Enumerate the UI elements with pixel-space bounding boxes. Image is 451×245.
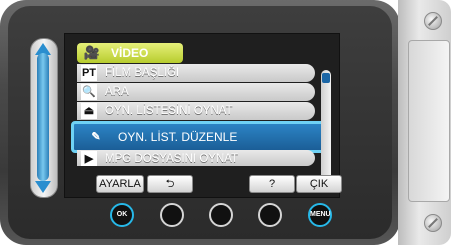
hardware-button-2[interactable] [160, 203, 184, 227]
ok-hardware-button[interactable]: OK [110, 203, 134, 227]
lcd-hinge [398, 0, 451, 245]
exit-button[interactable]: ÇIK [296, 175, 342, 193]
back-button[interactable]: ⮌ [147, 175, 193, 193]
help-button[interactable]: ? [249, 175, 295, 193]
hardware-button-4[interactable] [258, 203, 282, 227]
menu-item-label: OYN. LİSTESİNİ OYNAT [105, 105, 233, 117]
category-label: VİDEO [111, 46, 149, 60]
pt-icon: PT [81, 65, 97, 81]
menu-label: MENU [310, 211, 331, 218]
camcorder-body: 🎥 VİDEO PT FİLM BAŞLIĞI 🔍 ARA ⏏ OYN. LİS… [0, 0, 400, 245]
menu-item-label: OYN. LİST. DÜZENLE [118, 130, 238, 144]
menu-item-label: ARA [105, 86, 129, 98]
screw-icon [424, 214, 442, 232]
menu-item-label: MPG DOSYASINI OYNAT [105, 153, 239, 165]
category-tab-video[interactable]: 🎥 VİDEO [77, 43, 183, 63]
ok-label: OK [116, 211, 128, 218]
menu-hardware-button[interactable]: MENU [308, 203, 332, 227]
menu-item-mpg-dosyasini-oynat[interactable]: ▶ MPG DOSYASINI OYNAT [77, 150, 315, 166]
menu-item-oyn-list-duzenle[interactable]: ✎ OYN. LİST. DÜZENLE [71, 121, 329, 153]
hinge-panel [408, 40, 450, 202]
video-camera-icon: 🎥 [83, 45, 101, 60]
soft-keys-bar: AYARLA ⮌ ? ÇIK [31, 175, 342, 193]
touch-slider[interactable] [30, 38, 58, 198]
scrollbar[interactable] [321, 70, 331, 186]
lcd-screen: 🎥 VİDEO PT FİLM BAŞLIĞI 🔍 ARA ⏏ OYN. LİS… [64, 33, 340, 198]
menu-item-ara[interactable]: 🔍 ARA [77, 83, 315, 101]
menu-item-oyn-listesini-oynat[interactable]: ⏏ OYN. LİSTESİNİ OYNAT [77, 102, 315, 120]
search-icon: 🔍 [81, 84, 97, 100]
menu-item-label: FİLM BAŞLIĞI [105, 67, 180, 79]
menu-item-film-basligi[interactable]: PT FİLM BAŞLIĞI [77, 64, 315, 82]
screw-icon [424, 12, 442, 30]
slider-bar[interactable] [37, 53, 49, 181]
hardware-buttons: OK MENU [0, 203, 400, 227]
playlist-play-icon: ⏏ [81, 103, 97, 119]
playlist-edit-icon: ✎ [91, 131, 101, 143]
hardware-button-3[interactable] [209, 203, 233, 227]
set-button[interactable]: AYARLA [96, 175, 144, 193]
scrollbar-thumb[interactable] [322, 73, 330, 83]
mpg-play-icon: ▶ [81, 151, 97, 166]
